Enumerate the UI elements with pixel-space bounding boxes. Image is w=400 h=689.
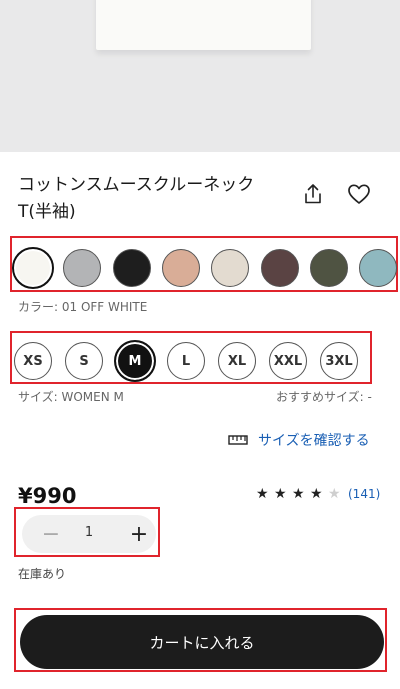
color-swatch[interactable] [12, 247, 54, 289]
product-title-line1: コットンスムースクルーネック [18, 175, 255, 195]
size-caption: サイズ: WOMEN M [18, 390, 124, 404]
size-option-s[interactable]: S [65, 342, 103, 380]
size-option-m[interactable]: M [114, 340, 156, 382]
quantity-stepper-pill: − 1 + [22, 515, 156, 553]
quantity-stepper: − 1 + [14, 507, 160, 557]
price: ¥990 [18, 484, 77, 508]
color-swatch[interactable] [359, 249, 398, 287]
size-check-link[interactable]: サイズを確認する [228, 430, 370, 450]
color-swatch[interactable] [63, 249, 102, 287]
recommended-size: おすすめサイズ: - [276, 390, 372, 404]
size-option-xl[interactable]: XL [218, 342, 256, 380]
star-icon: ★ [292, 486, 305, 502]
heart-icon [348, 184, 370, 204]
color-swatch[interactable] [260, 249, 299, 287]
color-caption: カラー: 01 OFF WHITE [18, 300, 148, 314]
star-icon: ★ [310, 486, 323, 502]
share-button[interactable] [299, 180, 327, 208]
color-swatch[interactable] [309, 249, 348, 287]
product-image [0, 0, 400, 152]
product-title: コットンスムースクルーネック T(半袖) [18, 172, 278, 226]
add-to-cart-button[interactable]: カートに入れる [20, 615, 384, 669]
color-swatch-group [10, 236, 398, 292]
rating-stars: ★ ★ ★ ★ ★ (141) [256, 486, 380, 502]
product-title-line2: T(半袖) [18, 202, 76, 222]
size-option-3xl[interactable]: 3XL [320, 342, 358, 380]
tshirt-image [96, 0, 311, 50]
quantity-value: 1 [84, 525, 94, 540]
star-icon: ★ [274, 486, 287, 502]
favorite-button[interactable] [345, 180, 373, 208]
review-count-link[interactable]: (141) [348, 487, 380, 501]
add-to-cart-area: カートに入れる [14, 608, 387, 672]
increase-quantity-button[interactable]: + [124, 519, 154, 549]
size-option-xxl[interactable]: XXL [269, 342, 307, 380]
color-swatch[interactable] [112, 249, 151, 287]
share-icon [305, 184, 321, 204]
color-swatch[interactable] [161, 249, 200, 287]
decrease-quantity-button[interactable]: − [36, 519, 66, 549]
color-swatch[interactable] [211, 249, 250, 287]
star-icon: ★ [328, 486, 341, 502]
size-option-group: XS S M L XL XXL 3XL [10, 331, 372, 384]
size-option-l[interactable]: L [167, 342, 205, 380]
ruler-icon [228, 435, 248, 445]
star-icon: ★ [256, 486, 269, 502]
size-check-label: サイズを確認する [258, 433, 370, 449]
stock-status: 在庫あり [18, 567, 67, 581]
size-option-xs[interactable]: XS [14, 342, 52, 380]
